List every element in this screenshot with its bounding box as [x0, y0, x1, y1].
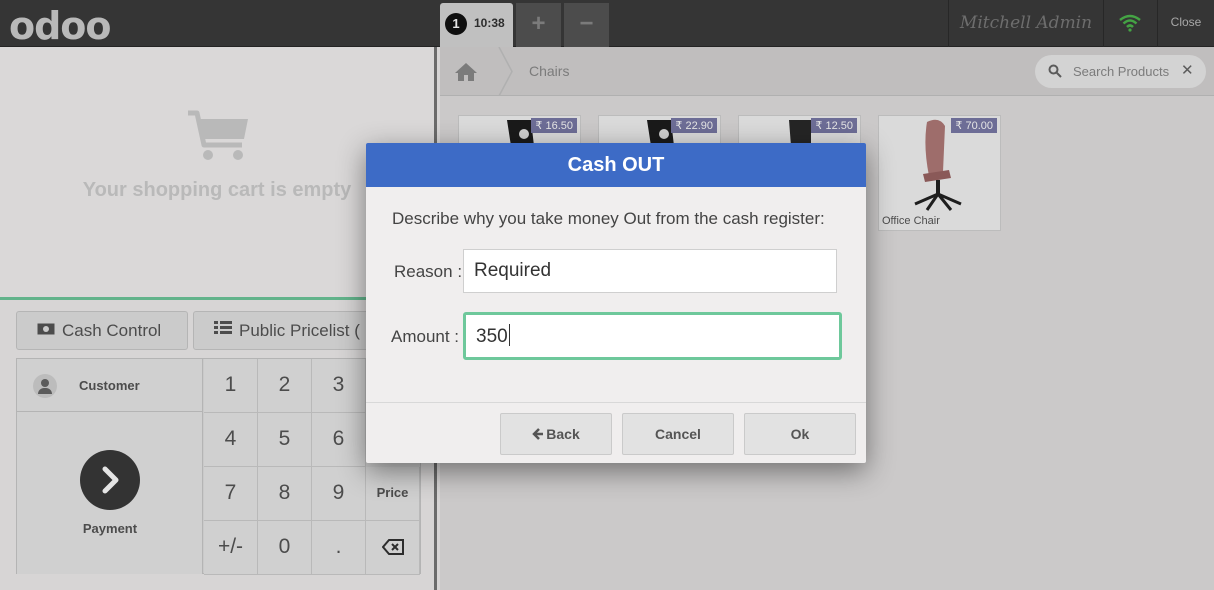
- back-button[interactable]: Back: [500, 413, 612, 455]
- ok-button[interactable]: Ok: [744, 413, 856, 455]
- cancel-button[interactable]: Cancel: [622, 413, 734, 455]
- dialog-description: Describe why you take money Out from the…: [392, 209, 825, 228]
- reason-value: Required: [474, 260, 552, 281]
- amount-value: 350: [476, 326, 508, 347]
- amount-input[interactable]: 350: [463, 312, 842, 360]
- reason-label: Reason :: [394, 262, 463, 281]
- dialog-title: Cash OUT: [366, 143, 866, 187]
- cash-out-dialog: Cash OUT Describe why you take money Out…: [366, 143, 866, 463]
- back-label: Back: [546, 426, 580, 442]
- arrow-left-icon: [532, 428, 544, 440]
- reason-input[interactable]: Required: [463, 249, 837, 293]
- text-caret: [508, 324, 510, 346]
- dialog-footer-divider: [366, 402, 866, 403]
- amount-label: Amount :: [391, 327, 460, 346]
